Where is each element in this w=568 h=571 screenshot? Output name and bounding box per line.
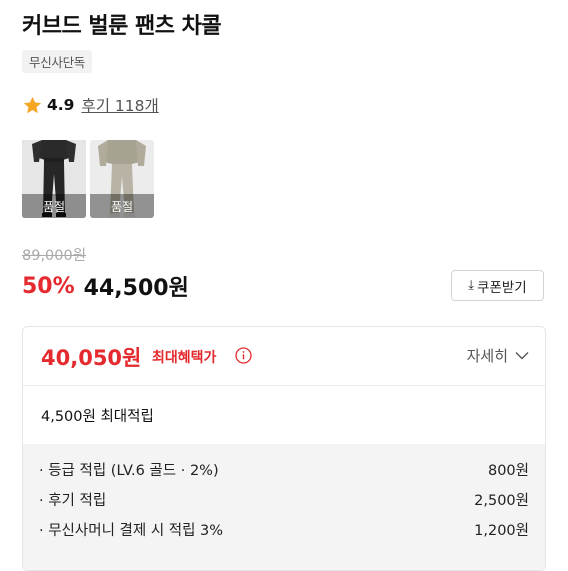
coupon-button-label: 쿠폰받기 xyxy=(477,279,527,296)
sale-price-row: 50% 44,500원 xyxy=(22,270,189,302)
benefit-header: 40,050원 최대혜택가 자세히 xyxy=(23,327,545,386)
sold-out-label: 품절 xyxy=(22,194,86,218)
color-option-charcoal[interactable]: 품절 xyxy=(22,140,86,218)
best-price-label: 최대혜택가 xyxy=(152,350,217,366)
exclusive-badge: 무신사단독 xyxy=(22,50,93,73)
review-count-link[interactable]: 후기 118개 xyxy=(81,94,158,116)
coupon-download-button[interactable]: ⤓ 쿠폰받기 xyxy=(451,270,544,301)
breakdown-label: · 후기 적립 xyxy=(39,493,107,509)
original-price: 89,000원 xyxy=(22,248,87,264)
breakdown-value: 1,200원 xyxy=(474,523,529,539)
breakdown-value: 800원 xyxy=(487,463,529,479)
chevron-down-icon xyxy=(515,352,529,360)
best-price: 40,050원 xyxy=(41,346,142,370)
breakdown-label: · 등급 적립 (LV.6 골드 · 2%) xyxy=(39,463,219,479)
color-options: 품절 품절 xyxy=(22,140,154,218)
details-toggle[interactable]: 자세히 xyxy=(467,345,529,366)
product-title: 커브드 벌룬 팬츠 차콜 xyxy=(22,14,222,39)
discount-rate: 50% xyxy=(22,273,75,299)
benefit-panel: 40,050원 최대혜택가 자세히 4,500원 최대적립 · 등급 적립 (L… xyxy=(22,326,546,571)
breakdown-value: 2,500원 xyxy=(474,493,529,509)
color-option-beige[interactable]: 품절 xyxy=(90,140,154,218)
breakdown-row: · 등급 적립 (LV.6 골드 · 2%) 800원 xyxy=(39,459,529,481)
max-points: 4,500원 최대적립 xyxy=(41,409,154,425)
breakdown-row: · 후기 적립 2,500원 xyxy=(39,489,529,511)
breakdown-row: · 무신사머니 결제 시 적립 3% 1,200원 xyxy=(39,519,529,541)
max-points-row: 4,500원 최대적립 xyxy=(23,386,545,444)
star-icon xyxy=(23,96,42,113)
rating-summary: 4.9 후기 118개 xyxy=(22,94,159,116)
download-icon: ⤓ xyxy=(468,278,475,293)
info-icon[interactable] xyxy=(235,347,252,364)
points-breakdown: · 등급 적립 (LV.6 골드 · 2%) 800원 · 후기 적립 2,50… xyxy=(23,444,545,570)
rating-score: 4.9 xyxy=(47,96,75,114)
sale-price: 44,500원 xyxy=(83,276,189,301)
sold-out-label: 품절 xyxy=(90,194,154,218)
breakdown-label: · 무신사머니 결제 시 적립 3% xyxy=(39,523,224,539)
details-label: 자세히 xyxy=(466,347,508,365)
